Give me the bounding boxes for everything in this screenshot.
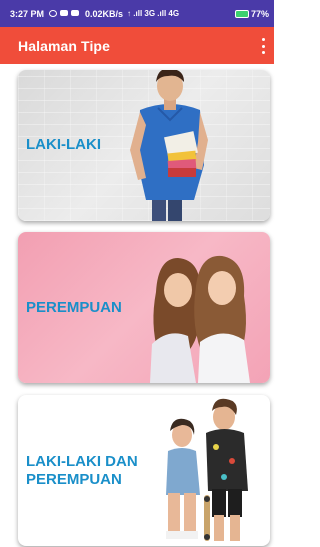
network-speed: 0.02KB/s	[85, 8, 124, 19]
status-bar: 3:27 PM 0.02KB/s ↑ .ıll 3G .ıll 4G 77%	[0, 0, 274, 27]
card-label-perempuan: PEREMPUAN	[26, 299, 122, 316]
chat-icon	[71, 10, 80, 16]
notification-icons	[49, 10, 80, 17]
whatsapp-icon	[49, 10, 58, 17]
battery-percent: 77%	[250, 8, 269, 19]
card-label-laki-laki-dan-perempuan: LAKI-LAKI DAN PEREMPUAN	[26, 453, 138, 488]
card-laki-laki[interactable]: LAKI-LAKI	[18, 70, 270, 221]
more-vert-icon[interactable]	[260, 38, 266, 54]
page-title: Halaman Tipe	[18, 37, 110, 54]
message-icon	[60, 10, 69, 16]
battery-indicator: 77%	[234, 8, 269, 19]
app-bar: Halaman Tipe	[0, 27, 274, 64]
card-laki-laki-dan-perempuan[interactable]: LAKI-LAKI DAN PEREMPUAN	[18, 395, 270, 546]
card-perempuan[interactable]: PEREMPUAN	[18, 232, 270, 383]
signal-indicators: ↑ .ıll 3G .ıll 4G	[127, 9, 180, 18]
battery-icon	[234, 9, 249, 18]
card-label-laki-laki: LAKI-LAKI	[26, 136, 101, 153]
status-time: 3:27 PM	[10, 8, 45, 19]
